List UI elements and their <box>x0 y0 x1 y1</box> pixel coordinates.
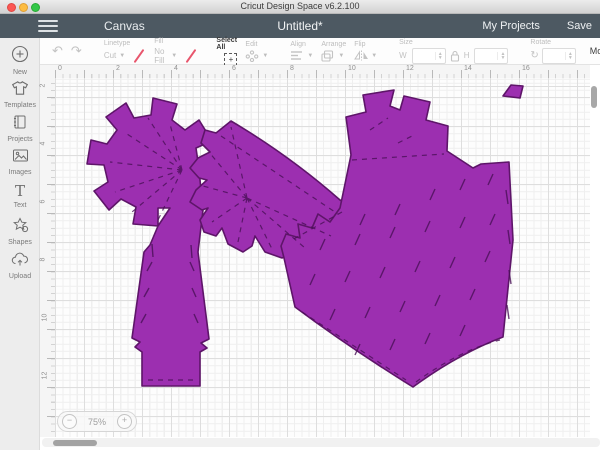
zoom-out-button[interactable]: − <box>62 414 77 429</box>
ruler-tick-label: 10 <box>348 65 356 72</box>
design-artwork <box>55 78 590 437</box>
rotate-label: Rotate <box>530 39 551 46</box>
hamburger-menu-icon[interactable] <box>38 20 58 32</box>
arrange-dropdown[interactable]: ▼ <box>321 50 344 62</box>
height-input[interactable] <box>475 51 497 60</box>
select-all-button[interactable]: + <box>224 53 237 66</box>
zoom-in-button[interactable]: + <box>117 414 132 429</box>
macos-titlebar: Cricut Design Space v6.2.100 <box>0 0 600 14</box>
ruler-horizontal: 0 2 4 6 8 10 12 14 16 <box>55 65 590 79</box>
rotate-stepper[interactable]: ▲▼ <box>565 52 575 60</box>
sidebar-item-text[interactable]: T Text <box>0 183 40 209</box>
tshirt-icon <box>11 80 29 96</box>
zoom-level: 75% <box>88 417 106 427</box>
size-group: Size W ▲▼ H ▲▼ <box>399 39 508 64</box>
cricut-design-space-window: { "window": { "title": "Cricut Design Sp… <box>0 0 600 450</box>
ruler-tick-label: 6 <box>39 200 46 204</box>
app-header: Canvas Untitled* My Projects Save <box>0 14 600 38</box>
flip-group: Flip ▼ <box>354 41 377 62</box>
edit-label: Edit <box>245 41 257 48</box>
ruler-tick-label: 8 <box>39 258 46 262</box>
sidebar-item-images[interactable]: Images <box>0 148 40 176</box>
width-label: W <box>399 51 407 60</box>
fill-color-swatch[interactable] <box>184 49 194 63</box>
my-projects-link[interactable]: My Projects <box>482 20 539 32</box>
canvas-nav-label[interactable]: Canvas <box>104 19 145 33</box>
ruler-tick-label: 2 <box>116 65 120 72</box>
fill-label: Fill <box>154 38 163 45</box>
linetype-label: Linetype <box>104 40 130 47</box>
select-all-group: Select All + <box>216 37 237 66</box>
select-all-label: Select All <box>216 37 237 51</box>
height-label: H <box>464 51 470 60</box>
corner-template-piece[interactable] <box>503 85 523 98</box>
zoom-control: − 75% + <box>57 411 137 432</box>
align-group: Align ▼ <box>290 41 313 62</box>
arrange-layers-icon <box>321 50 335 62</box>
ruler-tick-label: 12 <box>41 372 48 380</box>
photo-icon <box>12 148 29 163</box>
arrange-label: Arrange <box>321 41 346 48</box>
ruler-tick-label: 8 <box>290 65 294 72</box>
sidebar-item-projects[interactable]: Projects <box>0 114 40 143</box>
canvas-area[interactable]: − 75% + <box>55 78 590 437</box>
ruler-tick-label: 6 <box>232 65 236 72</box>
ruler-corner <box>40 65 55 79</box>
arrange-group: Arrange ▼ <box>321 41 346 62</box>
ruler-tick-label: 4 <box>39 142 46 146</box>
rotate-icon: ↻ <box>530 50 538 61</box>
edit-tools-icon <box>245 50 259 62</box>
align-icon <box>290 50 304 62</box>
plus-circle-icon <box>11 45 29 63</box>
ruler-tick-label: 16 <box>522 65 530 72</box>
sidebar-item-upload[interactable]: Upload <box>0 252 40 280</box>
ruler-tick-label: 4 <box>174 65 178 72</box>
height-stepper[interactable]: ▲▼ <box>497 52 507 60</box>
ruler-tick-label: 14 <box>464 65 472 72</box>
linetype-group: Linetype Cut▼ <box>104 40 146 63</box>
rotate-group: Rotate ↻ ▲▼ <box>530 39 575 64</box>
main-body-template-piece[interactable] <box>281 90 513 387</box>
ruler-tick-label: 0 <box>58 65 62 72</box>
sidebar-item-new[interactable]: New <box>0 45 40 76</box>
ruler-tick-label: 12 <box>406 65 414 72</box>
edit-group: Edit ▼ <box>245 41 268 62</box>
ruler-tick-label: 10 <box>41 314 48 322</box>
ruler-vertical: 2 4 6 8 10 12 <box>40 78 55 437</box>
horizontal-scrollbar-thumb[interactable] <box>53 440 97 446</box>
redo-icon[interactable]: ↷ <box>71 43 82 59</box>
notebook-icon <box>12 114 28 130</box>
flip-icon <box>354 50 368 62</box>
fill-dropdown[interactable]: No Fill▼ <box>154 47 177 65</box>
rotate-input[interactable] <box>543 51 565 60</box>
design-sidebar: New Templates Projects Images T Text Sha… <box>0 38 40 450</box>
cone-tail-template-piece[interactable] <box>87 98 212 386</box>
fill-group: Fill No Fill▼ <box>154 38 194 65</box>
window-title: Cricut Design Space v6.2.100 <box>0 1 600 11</box>
edit-dropdown[interactable]: ▼ <box>245 50 268 62</box>
size-label: Size <box>399 39 413 46</box>
letter-t-icon: T <box>15 182 25 200</box>
width-input[interactable] <box>413 51 435 60</box>
horizontal-scrollbar[interactable] <box>42 438 600 447</box>
sidebar-item-templates[interactable]: Templates <box>0 80 40 109</box>
undo-icon[interactable]: ↶ <box>52 43 63 59</box>
document-title: Untitled* <box>200 19 400 33</box>
width-stepper[interactable]: ▲▼ <box>435 52 445 60</box>
linetype-dropdown[interactable]: Cut▼ <box>104 51 125 60</box>
align-dropdown[interactable]: ▼ <box>290 50 313 62</box>
ruler-tick-label: 2 <box>39 84 46 88</box>
vertical-scrollbar-thumb[interactable] <box>591 86 597 108</box>
more-dropdown[interactable]: More▼ <box>590 46 600 56</box>
flip-dropdown[interactable]: ▼ <box>354 50 377 62</box>
save-button[interactable]: Save <box>567 20 592 32</box>
sidebar-item-shapes[interactable]: Shapes <box>0 217 40 246</box>
linetype-color-swatch[interactable] <box>132 49 146 63</box>
lock-aspect-icon[interactable] <box>450 50 460 62</box>
star-shape-icon <box>12 217 29 233</box>
align-label: Align <box>290 41 306 48</box>
edit-toolbar: ↶ ↷ Linetype Cut▼ Fill No Fill▼ Select A… <box>40 38 600 65</box>
flip-label: Flip <box>354 41 365 48</box>
cloud-upload-icon <box>11 252 29 267</box>
